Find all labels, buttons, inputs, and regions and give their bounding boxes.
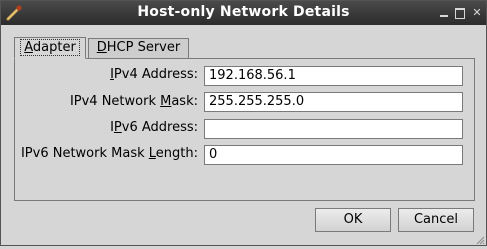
- cancel-button[interactable]: Cancel: [398, 208, 474, 232]
- ipv6-network-mask-length-input[interactable]: 0: [204, 145, 463, 165]
- ipv6-address-input[interactable]: [204, 119, 463, 139]
- ipv4-address-label: IPv4 Address:: [110, 67, 198, 82]
- close-icon[interactable]: ✕: [470, 6, 484, 20]
- host-only-network-details-dialog: Host-only Network Details ✕ Adapter DHCP…: [0, 0, 487, 246]
- minimize-icon[interactable]: [437, 6, 451, 20]
- maximize-icon[interactable]: [453, 6, 467, 20]
- ipv4-network-mask-input[interactable]: 255.255.255.0: [204, 92, 463, 112]
- tab-adapter[interactable]: Adapter: [14, 37, 86, 59]
- ok-button[interactable]: OK: [315, 208, 391, 232]
- ipv6-network-mask-length-label: IPv6 Network Mask Length:: [20, 146, 198, 161]
- tab-dhcp-server-label: DHCP Server: [96, 40, 181, 55]
- resize-grip-icon[interactable]: [475, 234, 485, 245]
- title-bar[interactable]: Host-only Network Details ✕: [1, 1, 486, 25]
- ipv4-address-input[interactable]: 192.168.56.1: [204, 66, 463, 86]
- ipv4-network-mask-label: IPv4 Network Mask:: [69, 94, 198, 109]
- tab-dhcp-server[interactable]: DHCP Server: [88, 38, 189, 58]
- tab-adapter-label: Adapter: [20, 39, 80, 56]
- ipv6-address-label: IPv6 Address:: [110, 120, 198, 135]
- window-title: Host-only Network Details: [137, 4, 350, 20]
